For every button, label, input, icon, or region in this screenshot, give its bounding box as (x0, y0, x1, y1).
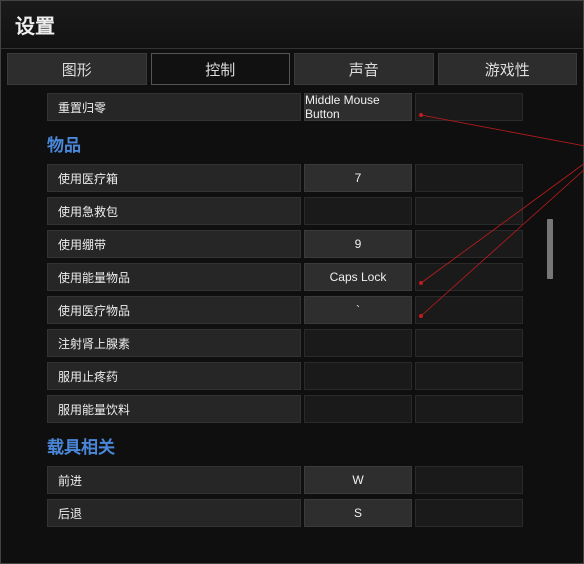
content-area: 重置归零 Middle Mouse Button 物品 使用医疗箱 7 使用急救… (1, 85, 583, 563)
keybind-primary[interactable]: 9 (304, 230, 412, 258)
keybind-primary[interactable] (304, 197, 412, 225)
keybind-row: 前进 W (47, 466, 543, 494)
section-header-items: 物品 (47, 131, 543, 156)
keybind-primary[interactable]: W (304, 466, 412, 494)
keybind-row: 使用医疗箱 7 (47, 164, 543, 192)
keybind-label: 服用能量饮料 (47, 395, 301, 423)
keybind-secondary[interactable] (415, 197, 523, 225)
keybind-primary[interactable]: Middle Mouse Button (304, 93, 412, 121)
keybind-row: 使用绷带 9 (47, 230, 543, 258)
keybind-label: 服用止疼药 (47, 362, 301, 390)
keybind-row: 后退 S (47, 499, 543, 527)
header: 设置 (1, 1, 583, 49)
keybind-primary[interactable]: Caps Lock (304, 263, 412, 291)
keybind-secondary[interactable] (415, 93, 523, 121)
window-title: 设置 (15, 10, 55, 39)
keybind-label: 使用医疗物品 (47, 296, 301, 324)
keybind-row: 使用医疗物品 ` (47, 296, 543, 324)
keybind-secondary[interactable] (415, 395, 523, 423)
keybind-row: 服用能量饮料 (47, 395, 543, 423)
keybind-primary[interactable]: 7 (304, 164, 412, 192)
keybind-row: 注射肾上腺素 (47, 329, 543, 357)
scroll-area: 重置归零 Middle Mouse Button 物品 使用医疗箱 7 使用急救… (47, 93, 543, 555)
keybind-row: 使用急救包 (47, 197, 543, 225)
keybind-label: 使用绷带 (47, 230, 301, 258)
keybind-secondary[interactable] (415, 499, 523, 527)
keybind-label: 使用急救包 (47, 197, 301, 225)
keybind-primary[interactable] (304, 362, 412, 390)
keybind-secondary[interactable] (415, 263, 523, 291)
keybind-label: 重置归零 (47, 93, 301, 121)
scrollbar[interactable] (547, 99, 553, 529)
keybind-secondary[interactable] (415, 466, 523, 494)
keybind-primary[interactable] (304, 395, 412, 423)
tab-graphics[interactable]: 图形 (7, 53, 147, 85)
keybind-row: 使用能量物品 Caps Lock (47, 263, 543, 291)
keybind-label: 前进 (47, 466, 301, 494)
settings-window: 设置 图形 控制 声音 游戏性 重置归零 Middle Mouse Button… (0, 0, 584, 564)
keybind-secondary[interactable] (415, 362, 523, 390)
keybind-row: 服用止疼药 (47, 362, 543, 390)
keybind-primary[interactable]: S (304, 499, 412, 527)
scrollbar-thumb[interactable] (547, 219, 553, 279)
keybind-primary[interactable]: ` (304, 296, 412, 324)
tabs-bar: 图形 控制 声音 游戏性 (1, 49, 583, 85)
section-header-vehicle: 载具相关 (47, 433, 543, 458)
keybind-label: 注射肾上腺素 (47, 329, 301, 357)
keybind-primary[interactable] (304, 329, 412, 357)
keybind-secondary[interactable] (415, 164, 523, 192)
tab-sound[interactable]: 声音 (294, 53, 434, 85)
keybind-row: 重置归零 Middle Mouse Button (47, 93, 543, 121)
keybind-secondary[interactable] (415, 329, 523, 357)
keybind-label: 使用能量物品 (47, 263, 301, 291)
keybind-label: 后退 (47, 499, 301, 527)
tab-controls[interactable]: 控制 (151, 53, 291, 85)
keybind-secondary[interactable] (415, 296, 523, 324)
tab-gameplay[interactable]: 游戏性 (438, 53, 578, 85)
keybind-label: 使用医疗箱 (47, 164, 301, 192)
keybind-secondary[interactable] (415, 230, 523, 258)
